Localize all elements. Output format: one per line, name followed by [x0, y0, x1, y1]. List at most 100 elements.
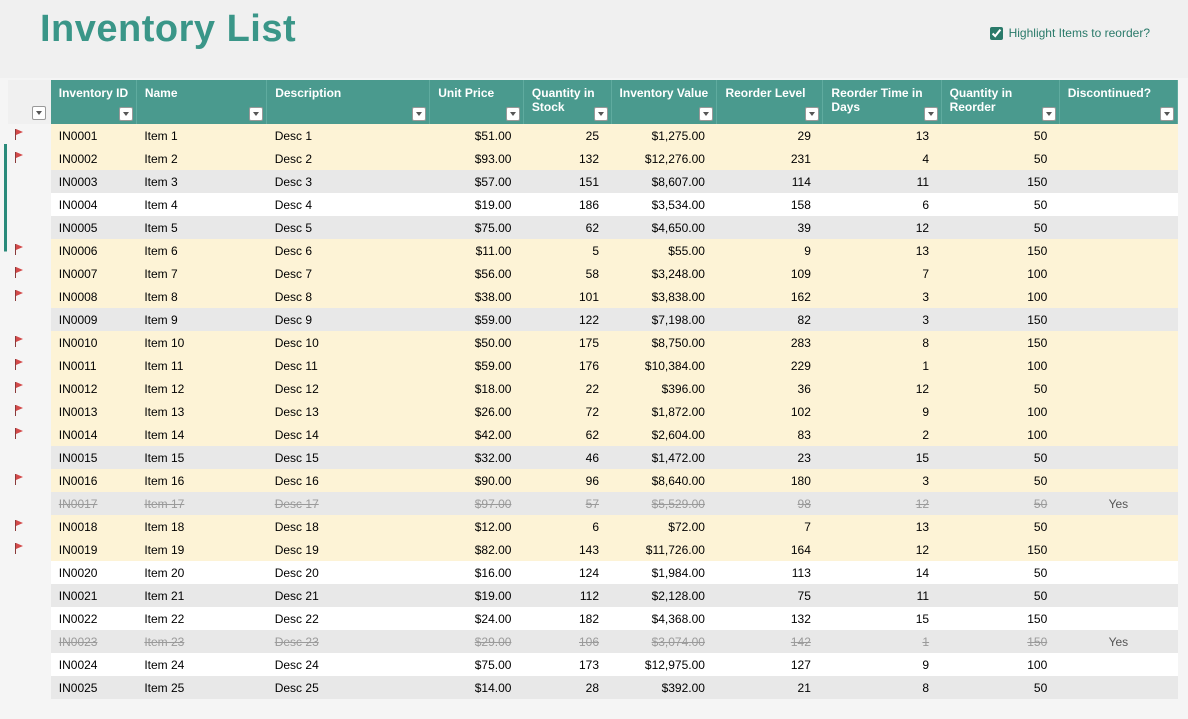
cell-disc[interactable] [1059, 216, 1177, 239]
cell-price[interactable]: $97.00 [430, 492, 524, 515]
cell-value[interactable]: $55.00 [611, 239, 717, 262]
cell-id[interactable]: IN0001 [51, 124, 137, 147]
cell-qreor[interactable]: 50 [941, 446, 1059, 469]
cell-rtime[interactable]: 12 [823, 538, 941, 561]
cell-id[interactable]: IN0022 [51, 607, 137, 630]
cell-qreor[interactable]: 50 [941, 515, 1059, 538]
cell-value[interactable]: $8,607.00 [611, 170, 717, 193]
cell-disc[interactable] [1059, 469, 1177, 492]
cell-reorder[interactable]: 162 [717, 285, 823, 308]
table-row[interactable]: IN0012Item 12Desc 12$18.0022$396.0036125… [8, 377, 1178, 400]
cell-id[interactable]: IN0019 [51, 538, 137, 561]
cell-name[interactable]: Item 17 [136, 492, 266, 515]
table-row[interactable]: IN0006Item 6Desc 6$11.005$55.00913150 [8, 239, 1178, 262]
cell-desc[interactable]: Desc 2 [267, 147, 430, 170]
cell-id[interactable]: IN0009 [51, 308, 137, 331]
cell-reorder[interactable]: 36 [717, 377, 823, 400]
table-row[interactable]: IN0015Item 15Desc 15$32.0046$1,472.00231… [8, 446, 1178, 469]
cell-price[interactable]: $50.00 [430, 331, 524, 354]
highlight-reorder-checkbox[interactable]: Highlight Items to reorder? [990, 26, 1150, 40]
cell-stock[interactable]: 22 [523, 377, 611, 400]
table-row[interactable]: IN0005Item 5Desc 5$75.0062$4,650.0039125… [8, 216, 1178, 239]
cell-stock[interactable]: 5 [523, 239, 611, 262]
filter-dropdown-icon[interactable] [594, 107, 608, 121]
cell-name[interactable]: Item 21 [136, 584, 266, 607]
cell-id[interactable]: IN0017 [51, 492, 137, 515]
cell-qreor[interactable]: 150 [941, 331, 1059, 354]
cell-reorder[interactable]: 9 [717, 239, 823, 262]
table-row[interactable]: IN0023Item 23Desc 23$29.00106$3,074.0014… [8, 630, 1178, 653]
cell-desc[interactable]: Desc 22 [267, 607, 430, 630]
cell-name[interactable]: Item 19 [136, 538, 266, 561]
filter-dropdown-icon[interactable] [412, 107, 426, 121]
cell-disc[interactable] [1059, 400, 1177, 423]
cell-reorder[interactable]: 39 [717, 216, 823, 239]
cell-price[interactable]: $26.00 [430, 400, 524, 423]
cell-id[interactable]: IN0005 [51, 216, 137, 239]
cell-disc[interactable] [1059, 308, 1177, 331]
cell-disc[interactable] [1059, 423, 1177, 446]
cell-qreor[interactable]: 150 [941, 239, 1059, 262]
cell-reorder[interactable]: 102 [717, 400, 823, 423]
cell-id[interactable]: IN0003 [51, 170, 137, 193]
cell-rtime[interactable]: 2 [823, 423, 941, 446]
cell-value[interactable]: $10,384.00 [611, 354, 717, 377]
cell-stock[interactable]: 176 [523, 354, 611, 377]
table-row[interactable]: IN0017Item 17Desc 17$97.0057$5,529.00981… [8, 492, 1178, 515]
cell-value[interactable]: $11,726.00 [611, 538, 717, 561]
cell-qreor[interactable]: 100 [941, 354, 1059, 377]
table-row[interactable]: IN0018Item 18Desc 18$12.006$72.0071350 [8, 515, 1178, 538]
cell-value[interactable]: $1,984.00 [611, 561, 717, 584]
cell-rtime[interactable]: 6 [823, 193, 941, 216]
cell-desc[interactable]: Desc 23 [267, 630, 430, 653]
cell-stock[interactable]: 62 [523, 216, 611, 239]
cell-value[interactable]: $2,128.00 [611, 584, 717, 607]
cell-rtime[interactable]: 9 [823, 400, 941, 423]
cell-desc[interactable]: Desc 12 [267, 377, 430, 400]
cell-disc[interactable] [1059, 285, 1177, 308]
cell-qreor[interactable]: 100 [941, 285, 1059, 308]
cell-desc[interactable]: Desc 5 [267, 216, 430, 239]
cell-reorder[interactable]: 7 [717, 515, 823, 538]
cell-price[interactable]: $24.00 [430, 607, 524, 630]
cell-desc[interactable]: Desc 17 [267, 492, 430, 515]
cell-stock[interactable]: 122 [523, 308, 611, 331]
cell-desc[interactable]: Desc 24 [267, 653, 430, 676]
cell-price[interactable]: $75.00 [430, 216, 524, 239]
cell-id[interactable]: IN0002 [51, 147, 137, 170]
cell-disc[interactable] [1059, 377, 1177, 400]
cell-rtime[interactable]: 13 [823, 124, 941, 147]
cell-rtime[interactable]: 4 [823, 147, 941, 170]
cell-desc[interactable]: Desc 10 [267, 331, 430, 354]
cell-rtime[interactable]: 1 [823, 630, 941, 653]
cell-disc[interactable] [1059, 147, 1177, 170]
cell-rtime[interactable]: 8 [823, 331, 941, 354]
highlight-reorder-checkbox-input[interactable] [990, 27, 1003, 40]
cell-stock[interactable]: 182 [523, 607, 611, 630]
cell-qreor[interactable]: 50 [941, 469, 1059, 492]
cell-disc[interactable] [1059, 446, 1177, 469]
cell-id[interactable]: IN0010 [51, 331, 137, 354]
table-row[interactable]: IN0019Item 19Desc 19$82.00143$11,726.001… [8, 538, 1178, 561]
cell-price[interactable]: $42.00 [430, 423, 524, 446]
cell-rtime[interactable]: 1 [823, 354, 941, 377]
cell-qreor[interactable]: 150 [941, 170, 1059, 193]
cell-desc[interactable]: Desc 7 [267, 262, 430, 285]
cell-stock[interactable]: 57 [523, 492, 611, 515]
cell-name[interactable]: Item 15 [136, 446, 266, 469]
cell-price[interactable]: $59.00 [430, 308, 524, 331]
cell-reorder[interactable]: 109 [717, 262, 823, 285]
cell-stock[interactable]: 143 [523, 538, 611, 561]
cell-name[interactable]: Item 4 [136, 193, 266, 216]
cell-disc[interactable]: Yes [1059, 630, 1177, 653]
cell-reorder[interactable]: 82 [717, 308, 823, 331]
cell-disc[interactable] [1059, 538, 1177, 561]
table-row[interactable]: IN0003Item 3Desc 3$57.00151$8,607.001141… [8, 170, 1178, 193]
cell-id[interactable]: IN0007 [51, 262, 137, 285]
cell-reorder[interactable]: 29 [717, 124, 823, 147]
cell-qreor[interactable]: 50 [941, 561, 1059, 584]
cell-name[interactable]: Item 9 [136, 308, 266, 331]
cell-price[interactable]: $29.00 [430, 630, 524, 653]
cell-name[interactable]: Item 24 [136, 653, 266, 676]
cell-reorder[interactable]: 158 [717, 193, 823, 216]
